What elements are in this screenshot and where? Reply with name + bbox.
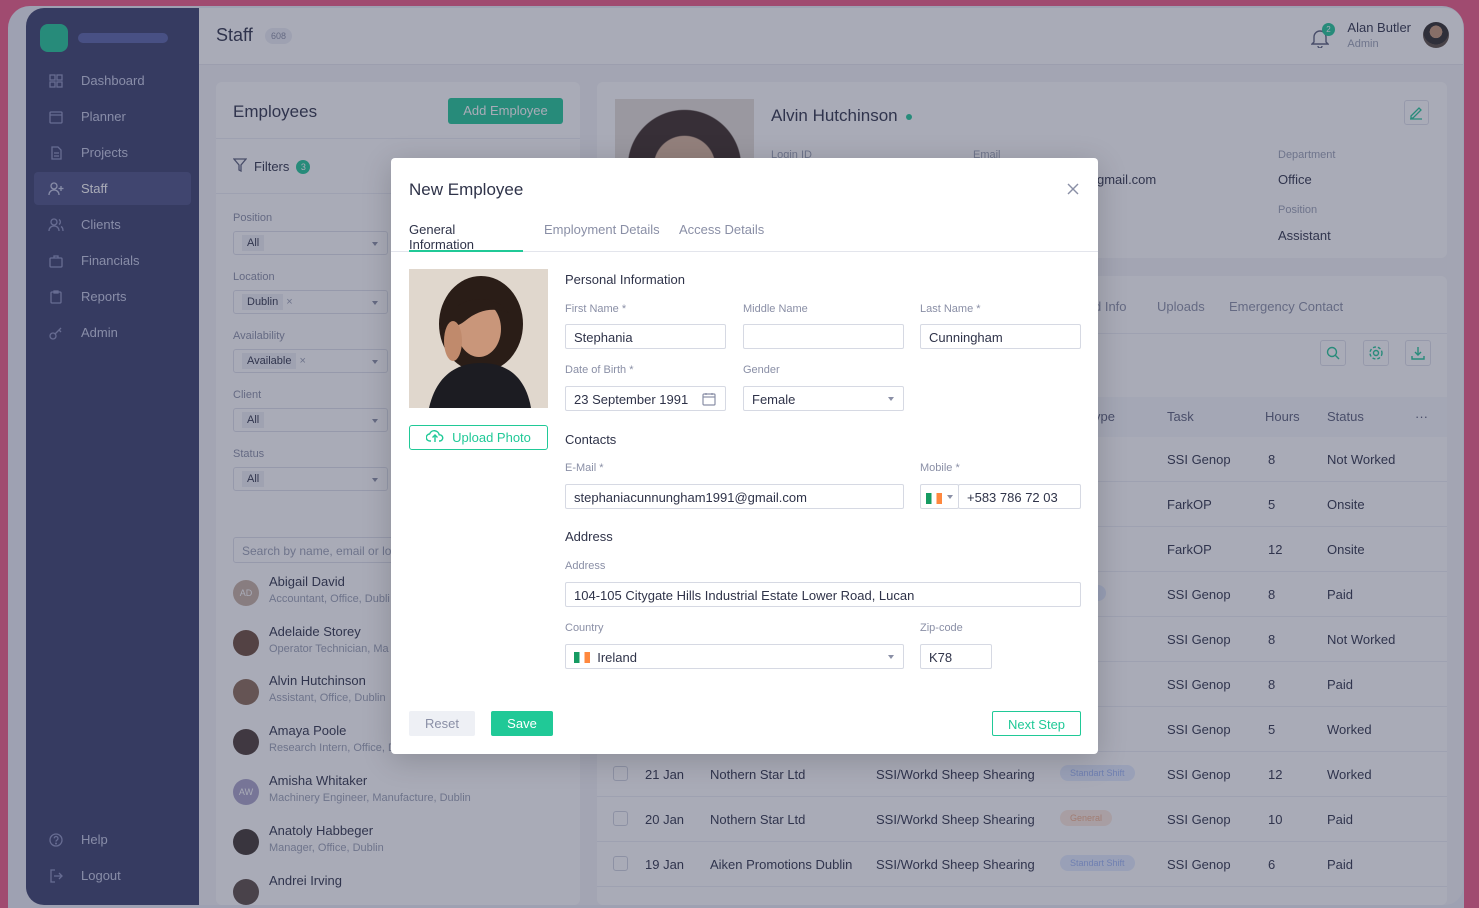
email-label: E-Mail * [565,462,604,474]
date-of-birth-value: 23 September 1991 [574,392,689,407]
save-button[interactable]: Save [491,711,553,736]
mobile-field[interactable]: +583 786 72 03 [958,484,1081,509]
country-label: Country [565,622,604,634]
gender-label: Gender [743,364,780,376]
address-field[interactable]: 104-105 Citygate Hills Industrial Estate… [565,582,1081,607]
cloud-upload-icon [425,429,444,446]
tab-employment-details[interactable]: Employment Details [544,222,660,252]
first-name-label: First Name * [565,303,627,315]
gender-value: Female [752,392,796,407]
personal-information-heading: Personal Information [565,272,685,287]
address-heading: Address [565,529,613,544]
contacts-heading: Contacts [565,432,617,447]
zip-code-field[interactable]: K78 [920,644,992,669]
modal-tabs: General Information Employment Details A… [391,220,1098,252]
email-field[interactable]: stephaniacunnungham1991@gmail.com [565,484,904,509]
chevron-down-icon [888,397,894,401]
chevron-down-icon [888,655,894,659]
ireland-flag-icon [926,493,942,504]
middle-name-field[interactable] [743,324,904,349]
country-value: Ireland [597,650,637,665]
country-select[interactable]: Ireland [565,644,904,669]
zip-code-label: Zip-code [920,622,963,634]
upload-photo-label: Upload Photo [452,430,531,445]
phone-country-select[interactable] [920,484,959,509]
first-name-field[interactable]: Stephania [565,324,726,349]
address-label: Address [565,560,606,572]
date-of-birth-field[interactable]: 23 September 1991 [565,386,726,411]
tab-access-details[interactable]: Access Details [679,222,764,252]
reset-button[interactable]: Reset [409,711,475,736]
last-name-label: Last Name * [920,303,981,315]
mobile-label: Mobile * [920,462,960,474]
modal-title: New Employee [409,180,524,199]
upload-photo-button[interactable]: Upload Photo [409,425,548,450]
next-step-button[interactable]: Next Step [992,711,1081,736]
ireland-flag-icon [574,652,590,663]
calendar-icon[interactable] [702,392,716,409]
new-employee-modal: New Employee General Information Employm… [391,158,1098,754]
date-of-birth-label: Date of Birth * [565,364,634,376]
middle-name-label: Middle Name [743,303,808,315]
tab-general-information[interactable]: General Information [409,222,523,252]
close-icon[interactable] [1066,182,1080,196]
employee-photo [409,269,548,408]
gender-select[interactable]: Female [743,386,904,411]
last-name-field[interactable]: Cunningham [920,324,1081,349]
